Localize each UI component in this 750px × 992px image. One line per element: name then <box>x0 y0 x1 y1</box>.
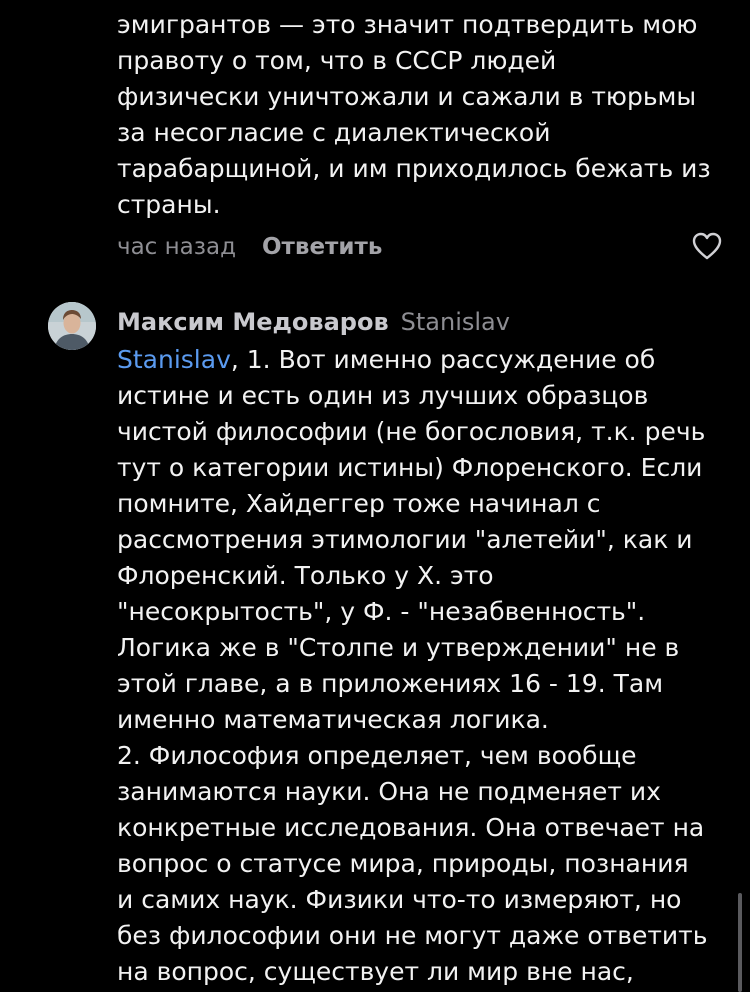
comment-text-line: вопрос о статусе мира, природы, познания <box>117 849 689 878</box>
comment-text-line: правоту о том, что в СССР людей <box>117 46 557 75</box>
avatar[interactable] <box>48 302 96 350</box>
comment-text-line: занимаются науки. Она не подменяет их <box>117 777 661 806</box>
comment-text-line: Флоренский. Только у Х. это <box>117 561 494 590</box>
comment-text-line: рассмотрения этимологии "алетейи", как и <box>117 525 693 554</box>
comment-timestamp: час назад <box>117 234 236 260</box>
comment-text-line: физически уничтожали и сажали в тюрьмы <box>117 82 697 111</box>
comment-text-line: эмигрантов — это значит подтвердить мою <box>117 10 698 39</box>
scrollbar[interactable] <box>738 893 742 992</box>
comment-2-text: Stanislav, 1. Вот именно рассуждение об … <box>117 342 707 990</box>
comment-text-line: конкретные исследования. Она отвечает на <box>117 813 705 842</box>
comment-text-line: страны. <box>117 190 221 219</box>
comment-1-meta: час назад Ответить <box>117 229 382 265</box>
comment-text-line: без философии они не могут даже ответить <box>117 921 708 950</box>
comment-text-line: 2. Философия определяет, чем вообще <box>117 741 637 770</box>
comment-text-line: тут о категории истины) Флоренского. Есл… <box>117 453 703 482</box>
comment-text-line: помните, Хайдеггер тоже начинал с <box>117 489 601 518</box>
comment-text-line: именно математическая логика. <box>117 705 549 734</box>
comment-text-line: истине и есть один из лучших образцов <box>117 381 649 410</box>
author-name[interactable]: Максим Медоваров <box>117 308 389 336</box>
comment-text-line: чистой философии (не богословия, т.к. ре… <box>117 417 706 446</box>
heart-icon[interactable] <box>692 232 722 260</box>
comment-text-line: "несокрытость", у Ф. - "незабвенность". <box>117 597 646 626</box>
comment-2-header: Максим Медоваров Stanislav <box>117 304 510 340</box>
comment-text-line: на вопрос, существует ли мир вне нас, <box>117 957 634 986</box>
comment-text-line: за несогласие с диалектической <box>117 118 551 147</box>
comment-text-line: Stanislav, 1. Вот именно рассуждение об <box>117 342 707 378</box>
comment-text-line: и самих наук. Физики что-то измеряют, но <box>117 885 682 914</box>
mention-link[interactable]: Stanislav <box>117 345 231 374</box>
comment-text-line: этой главе, а в приложениях 16 - 19. Там <box>117 669 664 698</box>
comment-text-line: тарабарщиной, и им приходилось бежать из <box>117 154 711 183</box>
comment-text-segment: , 1. Вот именно рассуждение об <box>230 345 656 374</box>
reply-to-name[interactable]: Stanislav <box>401 308 510 336</box>
comment-1-text: эмигрантов — это значит подтвердить мою … <box>117 7 711 223</box>
comment-text-line: Логика же в "Столпе и утверждении" не в <box>117 633 680 662</box>
reply-button[interactable]: Ответить <box>262 234 382 260</box>
